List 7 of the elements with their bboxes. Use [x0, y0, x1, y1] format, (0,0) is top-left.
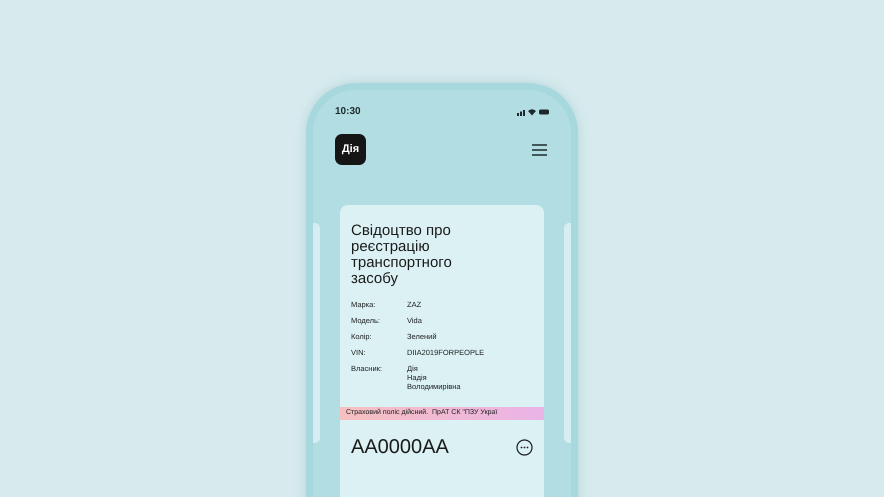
document-title: Свідоцтво про реєстрацію транспортного засобу	[350, 223, 453, 287]
menu-icon[interactable]	[532, 144, 547, 156]
status-icons	[517, 108, 549, 116]
license-plate: AA0000AA	[351, 435, 449, 460]
app-logo[interactable]: Дія	[335, 134, 366, 165]
more-icon[interactable]	[516, 438, 533, 456]
status-time: 10:30	[335, 105, 361, 119]
